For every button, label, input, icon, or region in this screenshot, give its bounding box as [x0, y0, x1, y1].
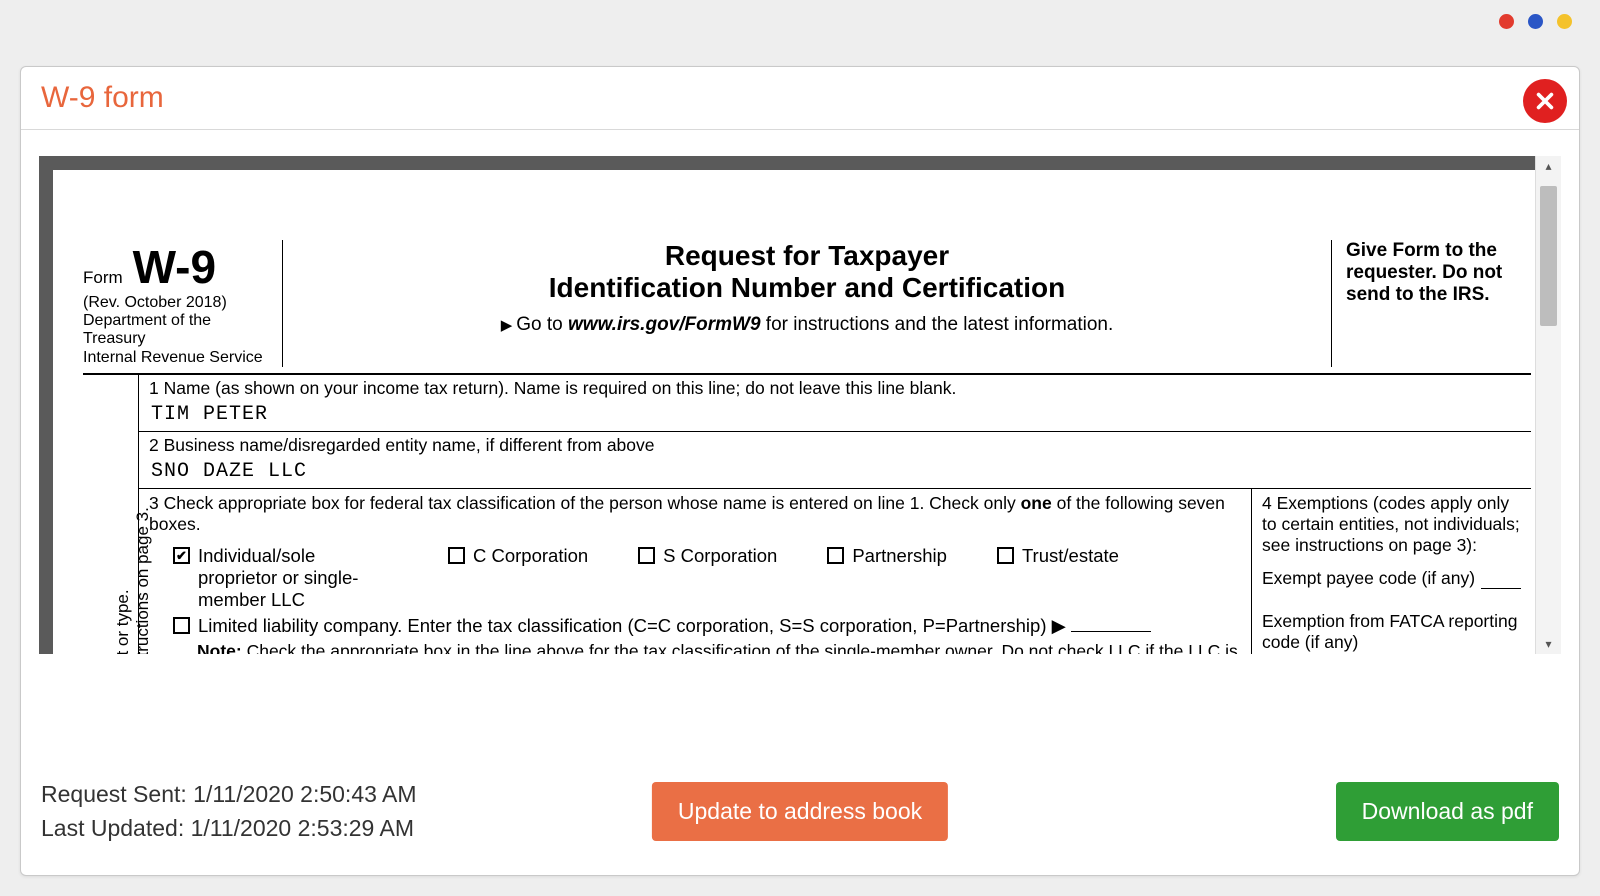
line-1-label: 1 Name (as shown on your income tax retu…: [149, 378, 1521, 399]
checkbox-individual[interactable]: ✔ Individual/sole proprietor or single-m…: [173, 545, 398, 611]
scrollbar[interactable]: ▴ ▾: [1535, 156, 1561, 654]
last-updated-value: 1/11/2020 2:53:29 AM: [191, 815, 414, 841]
line-3: 3 Check appropriate box for federal tax …: [139, 489, 1251, 654]
dept-treasury: Department of the Treasury: [83, 312, 272, 349]
document-viewer[interactable]: Form W-9 (Rev. October 2018) Department …: [39, 156, 1561, 654]
download-pdf-button[interactable]: Download as pdf: [1336, 782, 1559, 841]
form-revision: (Rev. October 2018): [83, 294, 272, 312]
checkbox-s-corp[interactable]: S Corporation: [638, 545, 777, 567]
checkbox-c-corp[interactable]: C Corporation: [448, 545, 588, 567]
form-header-left: Form W-9 (Rev. October 2018) Department …: [83, 240, 283, 367]
close-icon: [1534, 90, 1556, 112]
window-controls: [1499, 14, 1572, 29]
checkbox-partnership[interactable]: Partnership: [827, 545, 947, 567]
line-1: 1 Name (as shown on your income tax retu…: [139, 375, 1531, 432]
modal-header: W-9 form: [21, 67, 1579, 130]
dept-irs: Internal Revenue Service: [83, 349, 272, 367]
form-title-line1: Request for Taxpayer: [293, 240, 1321, 272]
checkbox-trust[interactable]: Trust/estate: [997, 545, 1119, 567]
form-header-right: Give Form to the requester. Do not send …: [1331, 240, 1531, 367]
app-topbar: [0, 0, 1600, 46]
modal-title: W-9 form: [41, 81, 164, 115]
close-button[interactable]: [1523, 79, 1567, 123]
line-2: 2 Business name/disregarded entity name,…: [139, 432, 1531, 489]
scroll-thumb[interactable]: [1540, 186, 1557, 326]
traffic-dot-red[interactable]: [1499, 14, 1514, 29]
form-goto: ▶Go to www.irs.gov/FormW9 for instructio…: [293, 314, 1321, 336]
side-instructions: nt or type. structions on page 3.: [83, 375, 138, 654]
form-number: W-9: [133, 240, 216, 294]
form-header-center: Request for Taxpayer Identification Numb…: [283, 240, 1331, 367]
checkbox-llc[interactable]: Limited liability company. Enter the tax…: [173, 615, 1241, 637]
llc-note: Note: Check the appropriate box in the l…: [197, 641, 1241, 654]
document-page: Form W-9 (Rev. October 2018) Department …: [53, 170, 1561, 654]
scroll-up-icon[interactable]: ▴: [1536, 156, 1561, 176]
form-word: Form: [83, 268, 123, 288]
metadata: Request Sent: 1/11/2020 2:50:43 AM Last …: [41, 778, 417, 845]
exempt-payee-code: Exempt payee code (if any): [1262, 568, 1521, 589]
line-3-label: 3 Check appropriate box for federal tax …: [149, 493, 1241, 535]
line-1-value: TIM PETER: [149, 399, 1521, 428]
line-2-value: SNO DAZE LLC: [149, 456, 1521, 485]
fatca-exemption: Exemption from FATCA reporting code (if …: [1262, 611, 1521, 653]
form-title-line2: Identification Number and Certification: [293, 272, 1321, 304]
traffic-dot-yellow[interactable]: [1557, 14, 1572, 29]
triangle-icon: ▶: [501, 317, 513, 334]
last-updated-label: Last Updated:: [41, 815, 191, 841]
scroll-down-icon[interactable]: ▾: [1536, 634, 1561, 654]
modal-panel: W-9 form Form W-9 (Rev. October 2018) De…: [20, 66, 1580, 876]
line-4-exemptions: 4 Exemptions (codes apply only to certai…: [1251, 489, 1531, 654]
update-address-book-button[interactable]: Update to address book: [652, 782, 948, 841]
request-sent-label: Request Sent:: [41, 781, 193, 807]
traffic-dot-blue[interactable]: [1528, 14, 1543, 29]
line-2-label: 2 Business name/disregarded entity name,…: [149, 435, 1521, 456]
request-sent-value: 1/11/2020 2:50:43 AM: [193, 781, 416, 807]
